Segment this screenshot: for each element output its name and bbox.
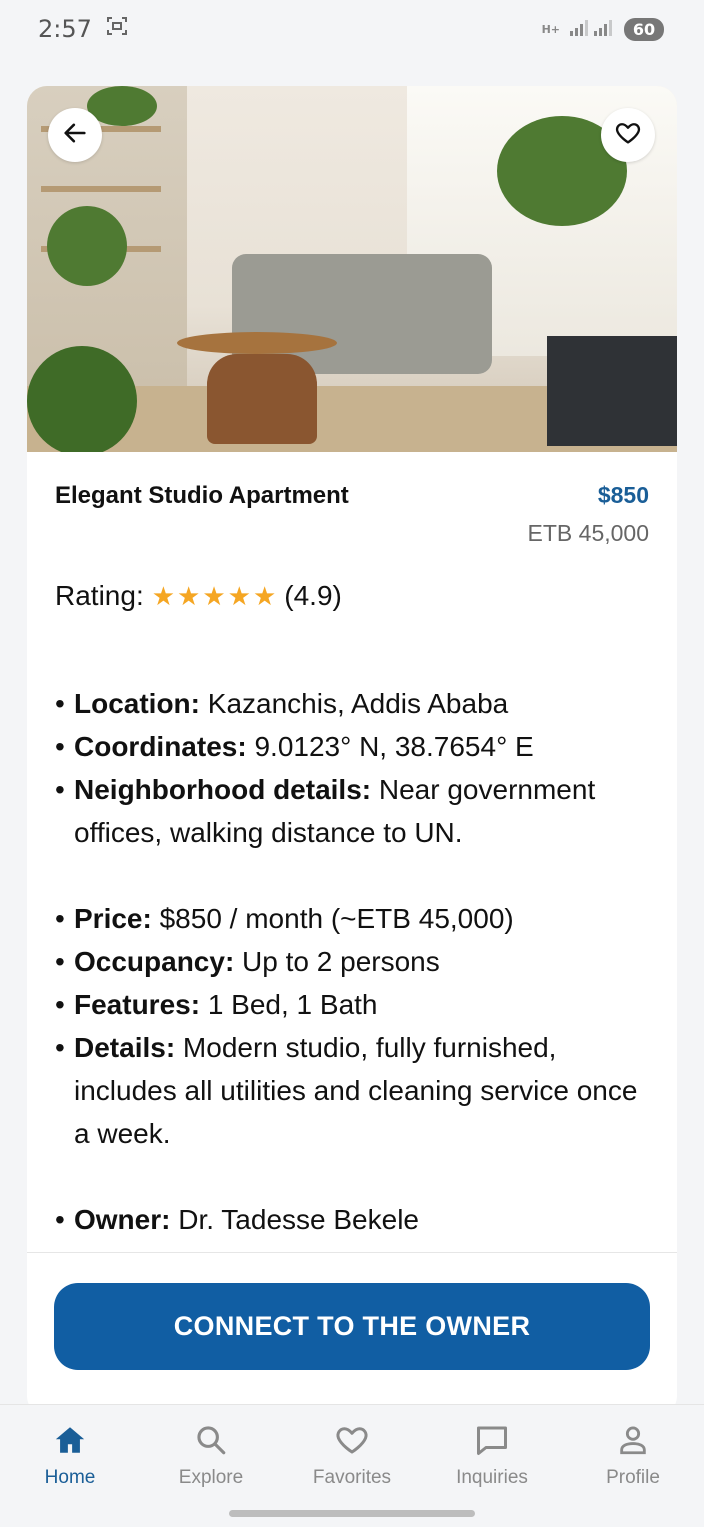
home-indicator[interactable] bbox=[229, 1510, 475, 1517]
detail-coordinates: Coordinates: 9.0123° N, 38.7654° E bbox=[55, 725, 655, 768]
detail-price: Price: $850 / month (~ETB 45,000) bbox=[55, 897, 655, 940]
nav-profile-label: Profile bbox=[606, 1467, 660, 1488]
listing-photo bbox=[27, 86, 677, 452]
price-usd: $850 bbox=[597, 482, 649, 508]
star-icon: ★ bbox=[177, 581, 201, 611]
detail-key: Details: bbox=[74, 1032, 176, 1063]
nav-home-label: Home bbox=[44, 1467, 96, 1488]
detail-value: Kazanchis, Addis Ababa bbox=[200, 688, 509, 719]
detail-neighborhood: Neighborhood details: Near government of… bbox=[55, 768, 655, 854]
back-button[interactable] bbox=[48, 108, 102, 162]
status-time: 2:57 bbox=[38, 15, 92, 43]
favorite-button[interactable] bbox=[601, 108, 655, 162]
detail-occupancy: Occupancy: Up to 2 persons bbox=[55, 940, 655, 983]
nav-explore-label: Explore bbox=[178, 1467, 244, 1488]
divider bbox=[27, 1252, 677, 1253]
detail-value: 9.0123° N, 38.7654° E bbox=[246, 731, 534, 762]
network-type: H+ bbox=[541, 22, 560, 36]
arrow-left-icon bbox=[61, 119, 89, 151]
search-icon bbox=[141, 1419, 281, 1461]
detail-value: 1 Bed, 1 Bath bbox=[200, 989, 378, 1020]
detail-key: Features: bbox=[74, 989, 201, 1020]
nav-home[interactable]: Home bbox=[0, 1419, 140, 1489]
heart-outline-icon bbox=[614, 119, 642, 151]
signal-icon bbox=[568, 17, 616, 41]
detail-location: Location: Kazanchis, Addis Ababa bbox=[55, 682, 655, 725]
star-icon: ★ bbox=[227, 581, 251, 611]
detail-value: Up to 2 persons bbox=[234, 946, 440, 977]
detail-key: Occupancy: bbox=[74, 946, 235, 977]
home-icon bbox=[0, 1419, 140, 1461]
detail-key: Owner: bbox=[74, 1204, 171, 1235]
detail-key: Price: bbox=[74, 903, 152, 934]
detail-owner: Owner: Dr. Tadesse Bekele bbox=[55, 1198, 655, 1241]
nav-favorites-label: Favorites bbox=[312, 1467, 392, 1488]
heart-icon bbox=[282, 1419, 422, 1461]
listing-title: Elegant Studio Apartment bbox=[55, 482, 349, 509]
star-icon: ★ bbox=[202, 581, 226, 611]
detail-value: Dr. Tadesse Bekele bbox=[170, 1204, 419, 1235]
details-list: Location: Kazanchis, Addis Ababa Coordin… bbox=[55, 682, 655, 1241]
detail-details: Details: Modern studio, fully furnished,… bbox=[55, 1026, 655, 1155]
connect-owner-button[interactable]: CONNECT TO THE OWNER bbox=[54, 1283, 650, 1370]
detail-key: Location: bbox=[74, 688, 200, 719]
star-icon: ★ bbox=[252, 581, 277, 611]
star-icon: ★ bbox=[151, 581, 176, 611]
nav-explore[interactable]: Explore bbox=[141, 1419, 281, 1489]
nav-profile[interactable]: Profile bbox=[563, 1419, 703, 1489]
rating-value: (4.9) bbox=[284, 580, 342, 611]
detail-key: Neighborhood details: bbox=[74, 774, 372, 805]
status-bar: 2:57 H+ 60 bbox=[0, 0, 704, 58]
person-icon bbox=[563, 1419, 703, 1461]
bottom-nav: Home Explore Favorites Inquiries Profile bbox=[0, 1404, 704, 1527]
detail-key: Coordinates: bbox=[74, 731, 247, 762]
detail-value: $850 / month (~ETB 45,000) bbox=[151, 903, 514, 934]
nav-inquiries[interactable]: Inquiries bbox=[422, 1419, 562, 1489]
battery-indicator: 60 bbox=[624, 17, 664, 41]
rating-row: Rating: ★ ★ ★ ★ ★ (4.9) bbox=[55, 580, 342, 612]
price-etb: ETB 45,000 bbox=[527, 520, 649, 546]
nav-favorites[interactable]: Favorites bbox=[282, 1419, 422, 1489]
rating-label: Rating: bbox=[55, 580, 144, 611]
chat-bubble-icon bbox=[422, 1419, 562, 1461]
listing-card: Elegant Studio Apartment $850 ETB 45,000… bbox=[27, 86, 677, 1416]
screenshot-icon bbox=[106, 15, 128, 43]
star-rating: ★ ★ ★ ★ ★ bbox=[152, 583, 277, 609]
detail-features: Features: 1 Bed, 1 Bath bbox=[55, 983, 655, 1026]
nav-inquiries-label: Inquiries bbox=[456, 1467, 528, 1488]
